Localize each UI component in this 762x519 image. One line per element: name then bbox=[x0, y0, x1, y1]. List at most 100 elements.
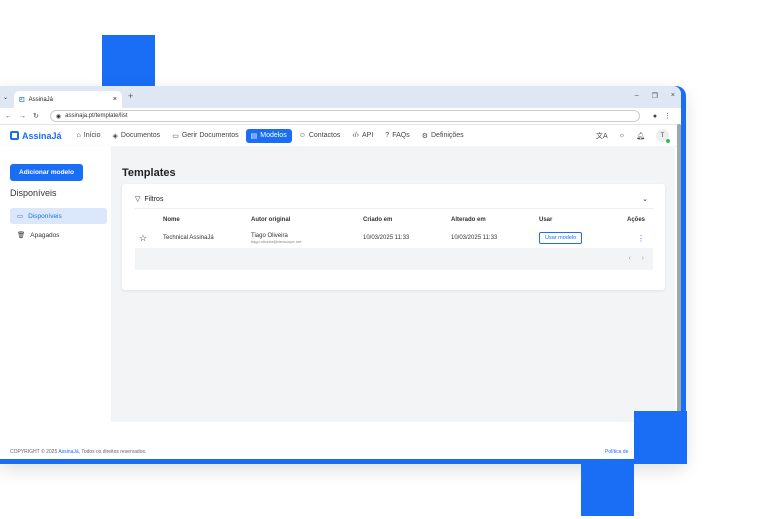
help-icon: ? bbox=[385, 132, 390, 139]
decor-block-bottom bbox=[581, 463, 634, 516]
next-page-icon[interactable]: › bbox=[642, 255, 644, 262]
site-info-icon: ◉ bbox=[55, 113, 62, 120]
favorite-star-icon[interactable]: ☆ bbox=[139, 228, 147, 248]
nav-item-api[interactable]: ‹/› API bbox=[347, 129, 378, 142]
brand-footer-link[interactable]: AssinaJá bbox=[58, 449, 78, 455]
contacts-icon: ☺ bbox=[298, 132, 306, 139]
chevron-down-icon[interactable]: ⌄ bbox=[642, 195, 648, 203]
page-title: Templates bbox=[122, 167, 176, 179]
nav-label: Modelos bbox=[260, 132, 287, 139]
author-email: tiago.oliveira@devscope.net bbox=[251, 238, 302, 244]
app-navbar: AssinaJá ⌂ Início ◈ Documentos ▭ Gerir Docu… bbox=[0, 125, 681, 147]
back-icon[interactable]: ← bbox=[5, 113, 12, 120]
row-actions-icon[interactable]: ⋮ bbox=[637, 228, 645, 248]
maximize-button[interactable]: ❐ bbox=[652, 92, 658, 100]
nav-label: FAQs bbox=[392, 132, 410, 139]
code-icon: ‹/› bbox=[352, 132, 359, 139]
template-icon: ▤ bbox=[250, 132, 258, 140]
browser-chrome: ⌄ ◰ AssinaJá × + – ❐ × ← → ↻ ◉ assinaja.… bbox=[0, 86, 681, 459]
copyright-prefix: COPYRIGHT © 2025 bbox=[10, 449, 59, 455]
user-avatar[interactable]: T bbox=[656, 129, 670, 143]
privacy-policy-link[interactable]: Política de bbox=[605, 449, 628, 455]
folder-icon: ▭ bbox=[172, 132, 179, 140]
filters-label: Filtros bbox=[144, 195, 164, 203]
column-header[interactable]: Alterado em bbox=[451, 214, 486, 226]
trash-icon: 🗑︎ bbox=[17, 232, 26, 239]
nav-item-gerir-documentos[interactable]: ▭ Gerir Documentos bbox=[167, 129, 243, 143]
scrollbar[interactable] bbox=[677, 124, 681, 414]
nav-label: Definições bbox=[431, 132, 464, 139]
home-icon: ⌂ bbox=[76, 132, 81, 139]
browser-menu-icon[interactable]: ⋮ bbox=[664, 112, 671, 120]
sidebar-item-apagados[interactable]: 🗑︎ Apagados bbox=[10, 227, 107, 243]
tab-bar: ⌄ ◰ AssinaJá × + – ❐ × bbox=[0, 86, 681, 108]
footer: COPYRIGHT © 2025 AssinaJá, Todos os dire… bbox=[0, 422, 681, 459]
nav-item-definicoes[interactable]: ⚙ Definições bbox=[417, 129, 469, 143]
sidebar-item-label: Apagados bbox=[30, 231, 60, 239]
table-header: Nome Autor original Criado em Alterado e… bbox=[135, 214, 653, 226]
created-date: 10/03/2025 11:33 bbox=[363, 235, 410, 241]
nav-item-contactos[interactable]: ☺ Contactos bbox=[294, 129, 346, 142]
avatar-initial: T bbox=[660, 132, 665, 139]
column-header: Ações bbox=[627, 217, 646, 223]
online-status-dot bbox=[666, 139, 670, 143]
column-header[interactable]: Autor original bbox=[251, 214, 290, 226]
nav-label: API bbox=[362, 132, 374, 139]
author-cell: Tiago Oliveira tiago.oliveira@devscope.n… bbox=[251, 228, 301, 248]
table-row: ☆ Technical AssinaJá Tiago Oliveira tiag… bbox=[135, 228, 653, 249]
theme-icon[interactable]: ☼ bbox=[619, 132, 625, 139]
forward-icon[interactable]: → bbox=[19, 113, 26, 120]
minimize-button[interactable]: – bbox=[635, 92, 639, 100]
address-bar: ← → ↻ ◉ assinaja.pt/template/list ● ⋮ bbox=[0, 108, 681, 125]
documents-icon: ◈ bbox=[112, 132, 118, 140]
sidebar: Adicionar modelo Disponíveis ▭ Disponívei… bbox=[0, 146, 111, 422]
reload-icon[interactable]: ↻ bbox=[33, 112, 39, 120]
use-template-cell: Usar modelo bbox=[539, 228, 583, 248]
templates-card: ▽ Filtros ⌄ Nome Autor original Criado e… bbox=[122, 184, 665, 290]
new-tab-button[interactable]: + bbox=[128, 91, 133, 101]
modified-date: 10/03/2025 11:33 bbox=[451, 235, 498, 241]
tab-close-icon[interactable]: × bbox=[113, 96, 117, 103]
favicon-icon: ◰ bbox=[19, 97, 25, 103]
copyright-suffix: , Todos os direitos reservados. bbox=[78, 449, 147, 455]
browser-window: ⌄ ◰ AssinaJá × + – ❐ × ← → ↻ ◉ assinaja.… bbox=[0, 86, 686, 464]
column-header: Usar bbox=[539, 217, 553, 223]
copyright-text: COPYRIGHT © 2025 AssinaJá, Todos os dire… bbox=[10, 449, 146, 455]
column-header[interactable]: Criado em bbox=[363, 214, 392, 226]
gear-icon: ⚙ bbox=[421, 132, 428, 140]
sidebar-item-label: Disponíveis bbox=[28, 212, 62, 220]
decor-block-bottom-right bbox=[634, 411, 687, 464]
column-header[interactable]: Nome bbox=[163, 214, 180, 226]
filters-bar[interactable]: ▽ Filtros ⌄ bbox=[135, 190, 653, 209]
inbox-icon: ▭ bbox=[17, 213, 24, 220]
tab-title: AssinaJá bbox=[28, 96, 54, 103]
filter-icon: ▽ bbox=[135, 196, 141, 203]
sidebar-section-title: Disponíveis bbox=[10, 188, 57, 198]
close-window-button[interactable]: × bbox=[671, 92, 675, 100]
nav-item-documentos[interactable]: ◈ Documentos bbox=[108, 129, 166, 143]
main-content: Templates ▽ Filtros ⌄ Nome Autor origina… bbox=[111, 146, 675, 422]
add-template-button[interactable]: Adicionar modelo bbox=[10, 164, 83, 181]
brand-name: AssinaJá bbox=[22, 130, 62, 141]
notification-bell-icon[interactable]: 🔔︎ bbox=[636, 132, 645, 140]
nav-item-inicio[interactable]: ⌂ Início bbox=[72, 129, 106, 142]
nav-item-modelos[interactable]: ▤ Modelos bbox=[245, 128, 292, 143]
browser-tab[interactable]: ◰ AssinaJá × bbox=[14, 91, 122, 108]
translate-icon[interactable]: 文A bbox=[596, 131, 608, 141]
tab-list-chevron-icon[interactable]: ⌄ bbox=[3, 94, 8, 101]
nav-label: Documentos bbox=[120, 132, 161, 139]
brand-logo[interactable]: AssinaJá bbox=[10, 131, 62, 141]
template-name[interactable]: Technical AssinaJá bbox=[163, 228, 214, 248]
profile-icon[interactable]: ● bbox=[653, 113, 657, 120]
nav-label: Contactos bbox=[308, 132, 341, 139]
prev-page-icon[interactable]: ‹ bbox=[629, 255, 631, 262]
nav-label: Gerir Documentos bbox=[181, 132, 239, 139]
url-text: assinaja.pt/template/list bbox=[65, 113, 128, 119]
pagination: ‹ › bbox=[135, 248, 653, 270]
nav-item-faqs[interactable]: ? FAQs bbox=[380, 129, 414, 142]
url-field[interactable]: ◉ assinaja.pt/template/list bbox=[49, 110, 640, 122]
logo-icon bbox=[10, 131, 19, 140]
nav-label: Início bbox=[83, 132, 101, 139]
sidebar-item-disponiveis[interactable]: ▭ Disponíveis bbox=[10, 208, 107, 224]
use-template-button[interactable]: Usar modelo bbox=[539, 232, 583, 244]
